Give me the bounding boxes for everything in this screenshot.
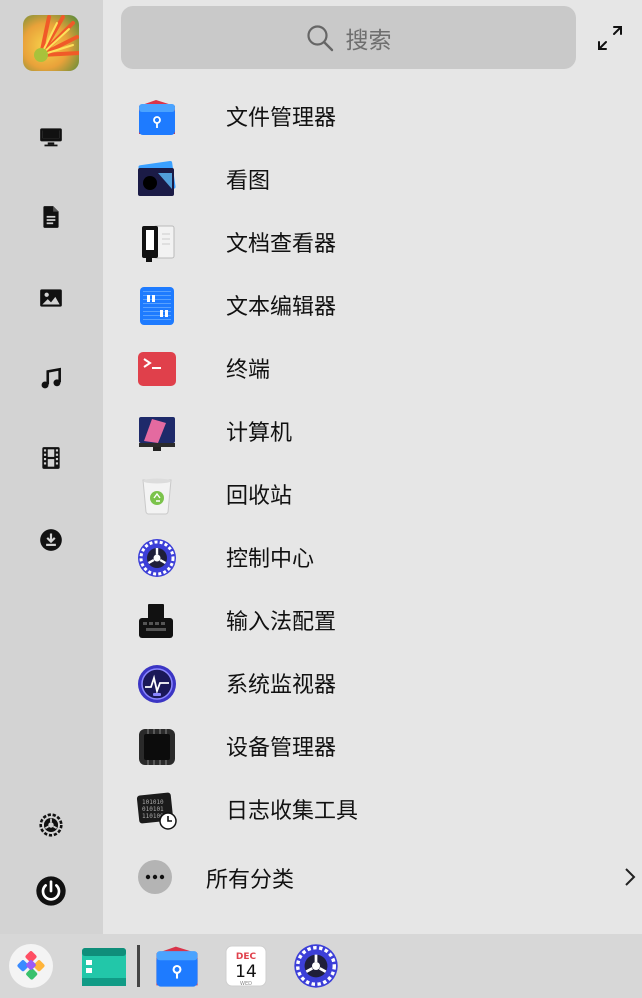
sidebar-videos-button[interactable] [31, 438, 71, 478]
app-label: 看图 [226, 169, 271, 194]
app-item-control-center[interactable]: 控制中心 [121, 529, 626, 585]
app-item-terminal[interactable]: 终端 [121, 340, 626, 396]
dock-workspace-button[interactable] [80, 942, 128, 990]
app-label: 控制中心 [226, 547, 315, 572]
app-item-input-method[interactable]: 输入法配置 [121, 592, 626, 648]
calendar-icon: DEC 14 WED [225, 945, 267, 987]
image-viewer-icon [138, 161, 176, 196]
app-item-computer[interactable]: 计算机 [121, 403, 626, 459]
trash-icon [142, 478, 172, 515]
sidebar-power-button[interactable] [31, 871, 71, 911]
input-method-icon [139, 604, 173, 638]
sidebar-music-button[interactable] [31, 359, 71, 399]
app-label: 终端 [226, 358, 271, 383]
app-item-log-collector[interactable]: 101010 010101 110100 日志收集工具 [121, 781, 626, 837]
calendar-month: DEC [236, 952, 257, 962]
dock-launcher-button[interactable] [7, 942, 55, 990]
app-label: 回收站 [226, 484, 293, 509]
svg-text:010101: 010101 [142, 806, 164, 813]
user-avatar[interactable] [23, 15, 79, 71]
settings-icon [39, 813, 63, 837]
dock: DEC 14 WED [0, 934, 642, 998]
music-icon [41, 367, 61, 389]
dock-calendar-button[interactable]: DEC 14 WED [222, 942, 270, 990]
more-icon [138, 860, 172, 894]
file-manager-icon [139, 100, 175, 135]
all-categories-label: 所有分类 [206, 868, 295, 893]
calendar-day: 14 [235, 962, 257, 982]
app-label: 计算机 [226, 421, 293, 446]
video-icon [42, 447, 60, 469]
sidebar-documents-button[interactable] [31, 197, 71, 237]
app-label: 文件管理器 [226, 106, 337, 131]
dock-control-center-button[interactable] [292, 942, 340, 990]
terminal-icon [138, 352, 176, 386]
app-label: 文档查看器 [226, 232, 337, 257]
dock-separator [137, 945, 140, 987]
text-editor-icon [140, 287, 174, 325]
app-item-system-monitor[interactable]: 系统监视器 [121, 655, 626, 711]
search-icon [306, 24, 333, 51]
app-label: 日志收集工具 [226, 799, 359, 824]
app-item-device-manager[interactable]: 设备管理器 [121, 718, 626, 774]
file-manager-icon [156, 946, 198, 987]
log-collector-icon: 101010010101110100 [136, 792, 177, 830]
app-item-file-manager[interactable]: 文件管理器 [121, 88, 626, 144]
fullscreen-icon[interactable] [594, 22, 626, 54]
sidebar-computer-button[interactable] [31, 117, 71, 157]
download-icon [40, 529, 62, 551]
chevron-right-icon [625, 868, 636, 886]
app-label: 输入法配置 [226, 610, 337, 635]
power-icon [36, 876, 66, 906]
control-center-icon [294, 944, 338, 988]
document-icon [43, 206, 59, 228]
sidebar-downloads-button[interactable] [31, 520, 71, 560]
app-label: 设备管理器 [226, 736, 337, 761]
app-item-image-viewer[interactable]: 看图 [121, 151, 626, 207]
search-placeholder: 搜索 [345, 27, 392, 54]
device-manager-icon [139, 729, 175, 765]
launcher-window: 搜索 文件管理器 看图 文档查看器 文本编辑器 终端 计算机 回收站 控制中心 … [0, 0, 642, 934]
app-label: 文本编辑器 [226, 295, 337, 320]
all-categories-button[interactable]: 所有分类 [121, 850, 642, 902]
search-input[interactable]: 搜索 [121, 6, 576, 69]
sidebar-pictures-button[interactable] [31, 278, 71, 318]
control-center-icon [138, 539, 176, 577]
launcher-icon [9, 944, 53, 988]
computer-icon [40, 128, 62, 147]
computer-icon [139, 417, 175, 451]
document-viewer-icon [142, 225, 175, 262]
multitask-view-icon [82, 948, 126, 986]
picture-icon [40, 289, 62, 307]
dock-file-manager-button[interactable] [153, 942, 201, 990]
sidebar [0, 0, 103, 934]
app-item-trash[interactable]: 回收站 [121, 466, 626, 522]
svg-text:101010: 101010 [142, 799, 164, 806]
app-item-document-viewer[interactable]: 文档查看器 [121, 214, 626, 270]
calendar-weekday: WED [240, 981, 252, 987]
app-item-text-editor[interactable]: 文本编辑器 [121, 277, 626, 333]
sidebar-settings-button[interactable] [31, 805, 71, 845]
app-label: 系统监视器 [226, 673, 337, 698]
system-monitor-icon [138, 665, 176, 703]
